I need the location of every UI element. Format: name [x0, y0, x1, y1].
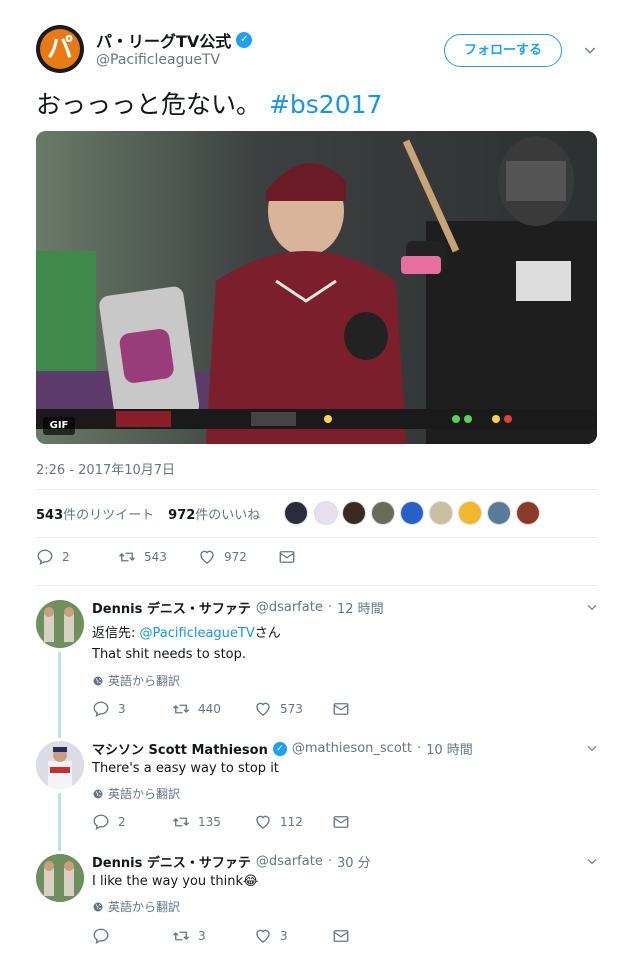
- heart-icon: [198, 548, 216, 566]
- reply-author-handle[interactable]: @mathieson_scott: [292, 741, 412, 756]
- reply-header: Dennis デニス・サファテ @dsarfate · 12 時間: [92, 598, 384, 617]
- divider: [36, 489, 597, 490]
- reply-actions: 2 135 112: [92, 813, 572, 833]
- globe-icon: [92, 901, 104, 913]
- retweet-icon: [118, 548, 136, 566]
- liker-avatar[interactable]: [342, 501, 366, 525]
- gif-badge: GIF: [43, 417, 75, 435]
- translate-link[interactable]: 英語から翻訳: [92, 785, 180, 802]
- like-action[interactable]: 112: [254, 813, 303, 831]
- reply-action[interactable]: 2: [36, 548, 70, 566]
- dm-action[interactable]: [278, 548, 296, 566]
- account-name[interactable]: パ・リーグTV公式: [96, 28, 231, 52]
- reply-author-handle[interactable]: @dsarfate: [256, 600, 323, 615]
- reply-author-name[interactable]: Dennis デニス・サファテ: [92, 852, 251, 871]
- verified-badge-icon: ✓: [272, 741, 287, 756]
- envelope-icon: [332, 927, 350, 945]
- reply-action[interactable]: 3: [92, 700, 126, 718]
- chevron-down-icon[interactable]: [582, 42, 598, 58]
- reply-header: マシソン Scott Mathieson ✓ @mathieson_scott …: [92, 739, 473, 758]
- retweet-action[interactable]: 440: [172, 700, 221, 718]
- dm-action[interactable]: [332, 927, 350, 945]
- gif-frame-image: [36, 131, 597, 444]
- chevron-down-icon[interactable]: [585, 854, 599, 868]
- account-handle[interactable]: @PacificleagueTV: [96, 52, 220, 68]
- liker-avatar[interactable]: [458, 501, 482, 525]
- reply-to-handle[interactable]: @PacificleagueTV: [140, 626, 255, 641]
- reply-author-handle[interactable]: @dsarfate: [256, 854, 323, 869]
- retweet-icon: [172, 700, 190, 718]
- reply-time[interactable]: 12 時間: [337, 598, 384, 617]
- tweet-stats: 543件のリツイート 972件のいいね: [36, 504, 260, 523]
- like-action[interactable]: 3: [254, 927, 288, 945]
- reply-to-line: 返信先: @PacificleagueTVさん: [92, 626, 281, 641]
- verified-badge-icon: ✓: [236, 32, 253, 48]
- heart-icon: [254, 813, 272, 831]
- tweet-body: おっっっと危ない。: [36, 90, 262, 119]
- reply-text: That shit needs to stop.: [92, 647, 247, 662]
- reply-avatar[interactable]: [36, 600, 84, 648]
- retweet-icon: [172, 813, 190, 831]
- heart-icon: [254, 927, 272, 945]
- divider: [36, 585, 597, 586]
- tweet-actions: 2 543 972: [36, 548, 597, 568]
- reply-icon: [92, 813, 110, 831]
- translate-link[interactable]: 英語から翻訳: [92, 898, 180, 915]
- chevron-down-icon[interactable]: [585, 741, 599, 755]
- reply-time[interactable]: 30 分: [337, 852, 371, 871]
- liker-avatar[interactable]: [371, 501, 395, 525]
- like-action[interactable]: 972: [198, 548, 247, 566]
- reply-avatar[interactable]: [36, 854, 84, 902]
- divider: [36, 537, 597, 538]
- tweet-timestamp[interactable]: 2:26 - 2017年10月7日: [36, 459, 175, 478]
- reply-text: I like the way you think😂: [92, 874, 259, 889]
- reply-actions: 3 3: [92, 927, 572, 947]
- thread-line: [58, 652, 61, 738]
- dm-action[interactable]: [332, 813, 350, 831]
- dm-action[interactable]: [332, 700, 350, 718]
- thread-line: [58, 793, 61, 851]
- gif-media[interactable]: [36, 131, 597, 444]
- reply-text: There's a easy way to stop it: [92, 761, 279, 776]
- envelope-icon: [278, 548, 296, 566]
- reply-actions: 3 440 573: [92, 700, 572, 720]
- reply-author-name[interactable]: マシソン Scott Mathieson: [92, 739, 268, 758]
- account-avatar[interactable]: パ: [36, 25, 84, 73]
- liker-avatar[interactable]: [516, 501, 540, 525]
- account-name-row[interactable]: パ・リーグTV公式 ✓: [96, 28, 253, 52]
- like-stat[interactable]: 972件のいいね: [168, 504, 260, 523]
- avatar-logo: パ: [40, 29, 80, 69]
- liker-avatar[interactable]: [400, 501, 424, 525]
- reply-icon: [92, 700, 110, 718]
- envelope-icon: [332, 813, 350, 831]
- hashtag-link[interactable]: #bs2017: [269, 90, 382, 119]
- reply-time[interactable]: 10 時間: [426, 739, 473, 758]
- tweet-text: おっっっと危ない。 #bs2017: [36, 88, 382, 122]
- globe-icon: [92, 675, 104, 687]
- reply-header: Dennis デニス・サファテ @dsarfate · 30 分: [92, 852, 371, 871]
- follow-button[interactable]: フォローする: [444, 34, 562, 67]
- reply-icon: [36, 548, 54, 566]
- reply-action[interactable]: 2: [92, 813, 126, 831]
- like-action[interactable]: 573: [254, 700, 303, 718]
- reply-avatar[interactable]: [36, 741, 84, 789]
- retweet-action[interactable]: 135: [172, 813, 221, 831]
- reply-action[interactable]: [92, 927, 118, 945]
- reply-icon: [92, 927, 110, 945]
- reply-author-name[interactable]: Dennis デニス・サファテ: [92, 598, 251, 617]
- globe-icon: [92, 788, 104, 800]
- envelope-icon: [332, 700, 350, 718]
- retweet-action[interactable]: 543: [118, 548, 167, 566]
- liker-avatar[interactable]: [284, 501, 308, 525]
- liker-avatar[interactable]: [487, 501, 511, 525]
- liker-avatar[interactable]: [429, 501, 453, 525]
- chevron-down-icon[interactable]: [585, 600, 599, 614]
- liker-avatar[interactable]: [314, 501, 338, 525]
- heart-icon: [254, 700, 272, 718]
- retweet-action[interactable]: 3: [172, 927, 206, 945]
- retweet-icon: [172, 927, 190, 945]
- translate-link[interactable]: 英語から翻訳: [92, 672, 180, 689]
- retweet-stat[interactable]: 543件のリツイート: [36, 504, 154, 523]
